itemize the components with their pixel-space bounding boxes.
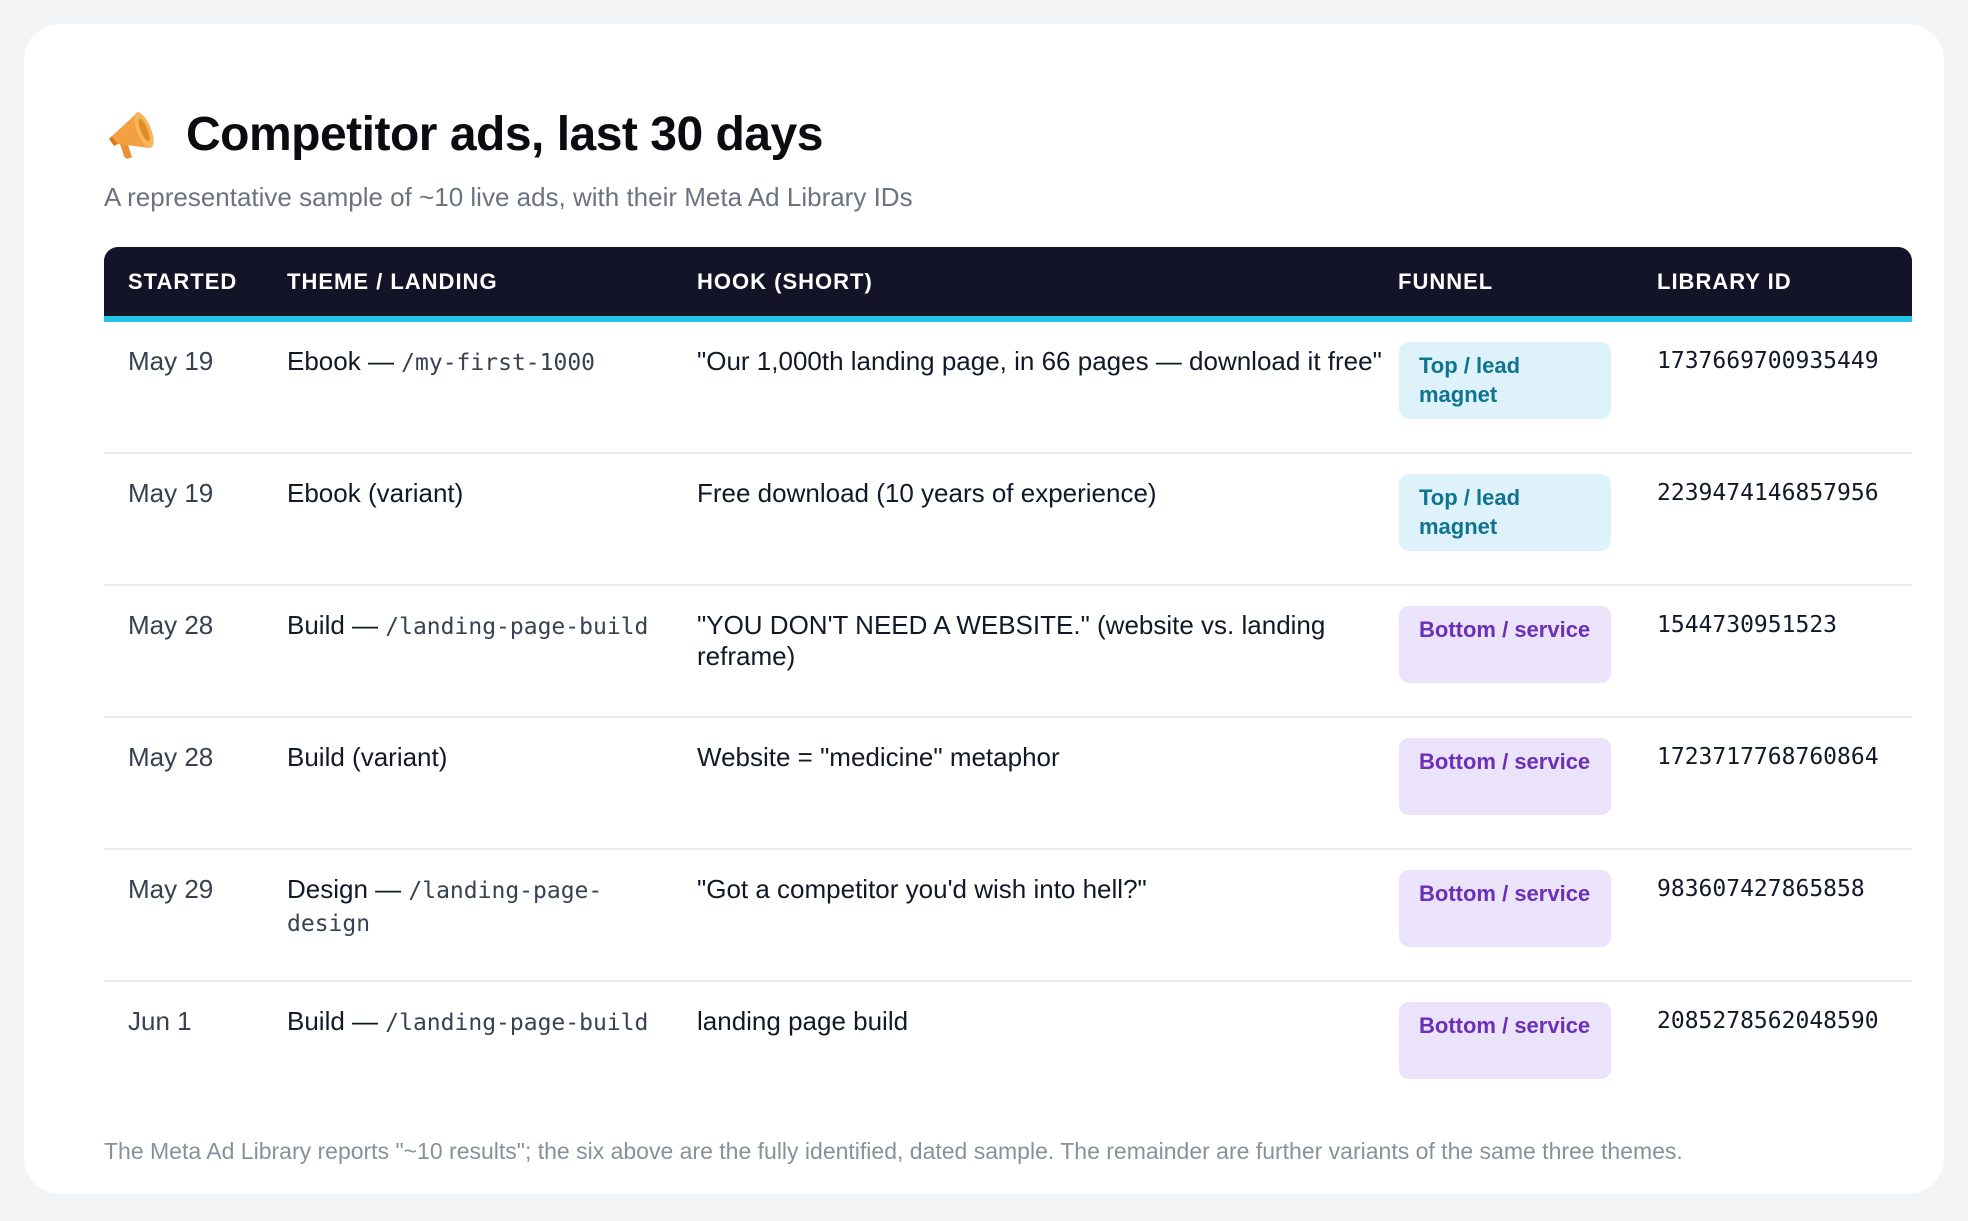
table-row: Jun 1 Build — /landing-page-build landin… xyxy=(104,982,1912,1112)
column-header-theme: THEME / LANDING xyxy=(287,269,498,294)
page-subtitle: A representative sample of ~10 live ads,… xyxy=(104,182,913,212)
column-header-funnel: FUNNEL xyxy=(1398,269,1494,294)
started-date: May 19 xyxy=(128,478,214,508)
hook-text: Free download (10 years of experience) xyxy=(697,478,1157,508)
library-id: 1723717768760864 xyxy=(1657,744,1879,770)
theme-label: Design — xyxy=(287,874,409,904)
hook-text: Website = "medicine" metaphor xyxy=(697,742,1060,772)
theme-label: Ebook — xyxy=(287,346,402,376)
ads-table: STARTED THEME / LANDING HOOK (SHORT) FUN… xyxy=(104,247,1912,1112)
library-id: 983607427865858 xyxy=(1657,876,1865,902)
funnel-badge: Bottom / service xyxy=(1399,1002,1611,1079)
library-id: 1737669700935449 xyxy=(1657,348,1879,374)
started-date: Jun 1 xyxy=(128,1006,192,1036)
theme-label: Build — xyxy=(287,1006,386,1036)
theme-landing: Build — /landing-page-build xyxy=(287,1006,657,1039)
theme-label: Build (variant) xyxy=(287,742,448,772)
column-header-hook: HOOK (SHORT) xyxy=(697,269,873,294)
library-id: 2239474146857956 xyxy=(1657,480,1879,506)
theme-landing: Build — /landing-page-build xyxy=(287,610,657,643)
hook-text: "Our 1,000th landing page, in 66 pages —… xyxy=(697,346,1382,376)
library-id: 1544730951523 xyxy=(1657,612,1838,638)
column-header-library-id: LIBRARY ID xyxy=(1657,269,1792,294)
funnel-badge: Top / lead magnet xyxy=(1399,342,1611,419)
landing-path: /my-first-1000 xyxy=(401,350,596,376)
funnel-badge: Bottom / service xyxy=(1399,870,1611,947)
theme-landing: Build (variant) xyxy=(287,742,657,775)
page-title: Competitor ads, last 30 days xyxy=(186,107,823,161)
theme-label: Build — xyxy=(287,610,386,640)
megaphone-icon xyxy=(109,112,154,159)
funnel-badge: Bottom / service xyxy=(1399,738,1611,815)
hook-text: "Got a competitor you'd wish into hell?" xyxy=(697,874,1147,904)
funnel-badge: Top / lead magnet xyxy=(1399,474,1611,551)
theme-label: Ebook (variant) xyxy=(287,478,464,508)
started-date: May 28 xyxy=(128,610,214,640)
page-header: Competitor ads, last 30 days xyxy=(104,106,823,162)
started-date: May 29 xyxy=(128,874,214,904)
funnel-badge: Bottom / service xyxy=(1399,606,1611,683)
landing-path: /landing-page-build xyxy=(385,614,649,640)
hook-text: landing page build xyxy=(697,1006,909,1036)
table-row: May 29 Design — /landing-page-design "Go… xyxy=(104,850,1912,982)
landing-path: /landing-page-build xyxy=(385,1010,649,1036)
theme-landing: Ebook — /my-first-1000 xyxy=(287,346,657,379)
card: Competitor ads, last 30 days A represent… xyxy=(24,24,1944,1194)
table-row: May 19 Ebook — /my-first-1000 "Our 1,000… xyxy=(104,322,1912,454)
started-date: May 19 xyxy=(128,346,214,376)
table-row: May 19 Ebook (variant) Free download (10… xyxy=(104,454,1912,586)
footnote: The Meta Ad Library reports "~10 results… xyxy=(104,1138,1683,1164)
column-header-started: STARTED xyxy=(128,269,238,294)
table-row: May 28 Build (variant) Website = "medici… xyxy=(104,718,1912,850)
theme-landing: Design — /landing-page-design xyxy=(287,874,657,940)
table-header: STARTED THEME / LANDING HOOK (SHORT) FUN… xyxy=(104,247,1912,322)
theme-landing: Ebook (variant) xyxy=(287,478,657,511)
started-date: May 28 xyxy=(128,742,214,772)
library-id: 2085278562048590 xyxy=(1657,1008,1879,1034)
hook-text: "YOU DON'T NEED A WEBSITE." (website vs.… xyxy=(697,610,1326,671)
table-row: May 28 Build — /landing-page-build "YOU … xyxy=(104,586,1912,718)
